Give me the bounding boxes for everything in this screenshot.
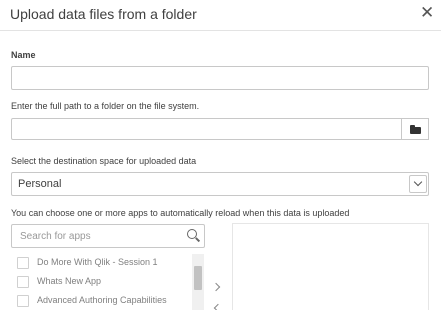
selected-apps-panel (232, 223, 429, 310)
chevron-down-icon (413, 177, 423, 187)
app-list: Do More With Qlik - Session 1 Whats New … (11, 252, 205, 310)
app-list-item[interactable]: Do More With Qlik - Session 1 (11, 254, 191, 273)
app-checkbox[interactable] (17, 276, 29, 288)
space-select[interactable]: Personal (11, 172, 429, 196)
dialog-title: Upload data files from a folder (10, 6, 197, 22)
add-app-chevron-right-icon[interactable] (212, 282, 222, 294)
path-label: Enter the full path to a folder on the f… (11, 101, 200, 111)
app-checkbox[interactable] (17, 295, 29, 307)
app-name: Advanced Authoring Capabilities (37, 295, 167, 305)
space-dropdown-button[interactable] (409, 175, 427, 193)
app-list-scroll-thumb[interactable] (194, 266, 202, 290)
folder-path-field[interactable] (11, 118, 402, 140)
close-icon[interactable]: ✕ (420, 4, 434, 22)
app-search-input[interactable] (13, 226, 183, 246)
browse-folder-button[interactable] (401, 118, 429, 140)
space-label: Select the destination space for uploade… (11, 156, 197, 166)
app-list-item[interactable]: Advanced Authoring Capabilities (11, 292, 191, 310)
app-checkbox[interactable] (17, 257, 29, 269)
space-selected-value: Personal (18, 178, 62, 190)
app-name: Whats New App (37, 276, 102, 286)
apps-label: You can choose one or more apps to autom… (11, 208, 350, 218)
search-icon[interactable] (187, 229, 201, 243)
dialog-header: Upload data files from a folder ✕ (0, 0, 441, 31)
remove-app-chevron-left-icon[interactable] (212, 303, 222, 310)
app-name: Do More With Qlik - Session 1 (37, 257, 158, 267)
app-search (11, 224, 205, 248)
name-label: Name (11, 50, 36, 60)
app-list-item[interactable]: Whats New App (11, 273, 191, 292)
name-field[interactable] (11, 66, 429, 90)
upload-dialog: Upload data files from a folder ✕ Name E… (0, 0, 441, 310)
